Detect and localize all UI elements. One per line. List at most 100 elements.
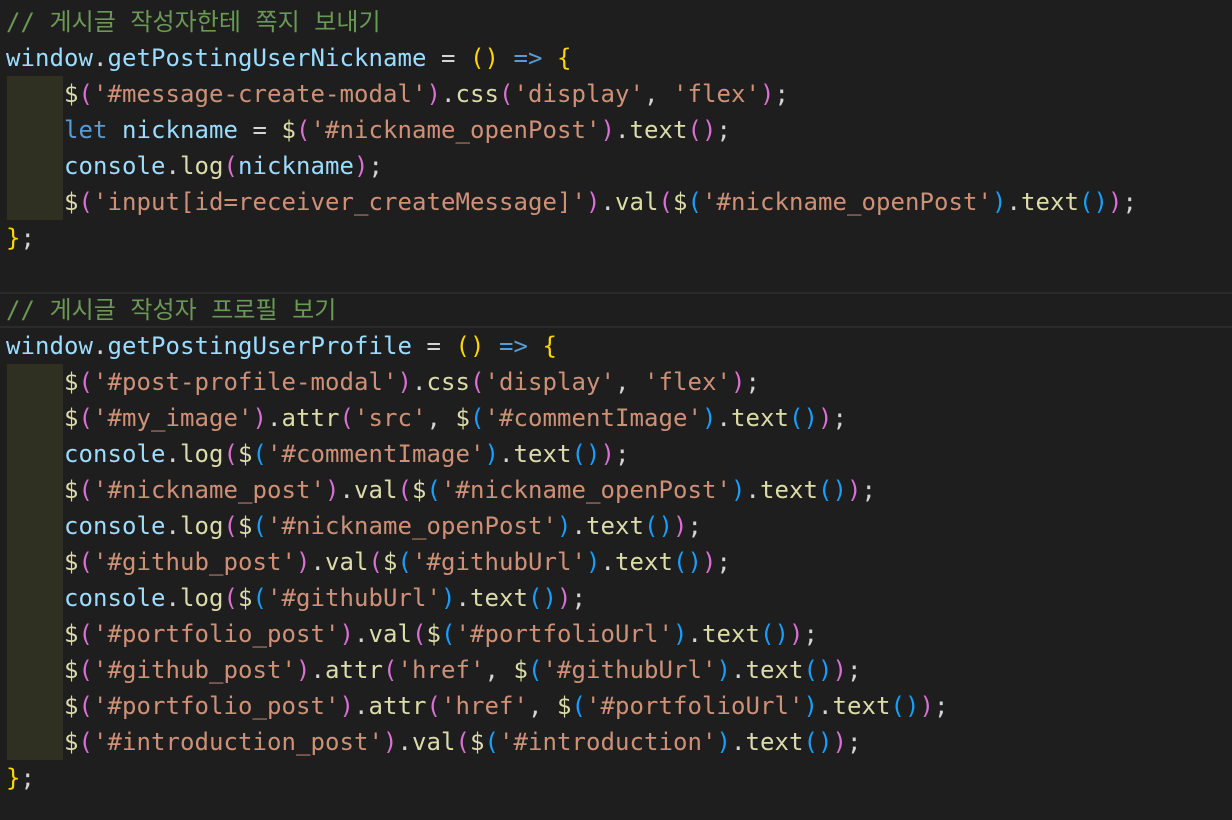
code-token: ;	[615, 440, 630, 468]
code-token: .	[165, 440, 180, 468]
code-token: (	[223, 152, 238, 180]
code-line[interactable]: };	[0, 220, 1232, 256]
code-token: $	[469, 728, 485, 756]
code-line[interactable]: $('#message-create-modal').css('display'…	[0, 76, 1232, 112]
code-token: )	[832, 656, 847, 684]
code-token: (	[469, 368, 485, 396]
code-line[interactable]: console.log($('#githubUrl').text());	[0, 580, 1232, 616]
code-token: console	[64, 512, 166, 540]
code-line[interactable]: console.log($('#nickname_openPost').text…	[0, 508, 1232, 544]
code-token: '#nickname_post'	[93, 476, 325, 504]
code-token: .	[731, 656, 746, 684]
code-token: (	[78, 80, 93, 108]
code-token: .	[267, 404, 282, 432]
code-token: (	[412, 620, 427, 648]
code-token: .	[93, 44, 108, 72]
code-token: .	[165, 512, 180, 540]
code-line[interactable]: $('#portfolio_post').attr('href', $('#po…	[0, 688, 1232, 724]
code-line[interactable]	[0, 256, 1232, 292]
code-token: 'display'	[484, 368, 615, 396]
code-line[interactable]: let nickname = $('#nickname_openPost').t…	[0, 112, 1232, 148]
code-token: )	[919, 692, 934, 720]
code-token: )	[382, 728, 398, 756]
code-line[interactable]: window.getPostingUserProfile = () => {	[0, 328, 1232, 364]
code-line[interactable]: };	[0, 760, 1232, 796]
code-line[interactable]: $('#github_post').val($('#githubUrl').te…	[0, 544, 1232, 580]
code-token: (	[78, 548, 93, 576]
code-line[interactable]: console.log($('#commentImage').text());	[0, 436, 1232, 472]
code-token: '#githubUrl'	[412, 548, 586, 576]
code-token: .	[614, 116, 630, 144]
code-token: '#commentImage'	[267, 440, 485, 468]
code-line[interactable]: $('#introduction_post').val($('#introduc…	[0, 724, 1232, 760]
code-line[interactable]: $('#my_image').attr('src', $('#commentIm…	[0, 400, 1232, 436]
code-token: // 게시글 작성자한테 쪽지 보내기	[6, 8, 381, 36]
code-token: .	[310, 656, 325, 684]
code-token: '#my_image'	[93, 404, 253, 432]
code-token: ,	[426, 404, 456, 432]
code-token: getPostingUserNickname	[107, 44, 427, 72]
code-token: )	[759, 80, 775, 108]
code-line[interactable]: $('#nickname_post').val($('#nickname_ope…	[0, 472, 1232, 508]
code-token: val	[614, 188, 659, 216]
code-token: ()	[455, 332, 485, 360]
code-token: '#introduction'	[498, 728, 717, 756]
code-line[interactable]: // 게시글 작성자 프로필 보기	[0, 292, 1232, 328]
code-token: text	[470, 584, 528, 612]
code-token: ()	[643, 512, 673, 540]
code-line[interactable]: $('#github_post').attr('href', $('#githu…	[0, 652, 1232, 688]
code-token: )	[354, 152, 369, 180]
code-line[interactable]: $('#portfolio_post').val($('#portfolioUr…	[0, 616, 1232, 652]
code-token: text	[1020, 188, 1079, 216]
code-token: attr	[325, 656, 383, 684]
code-token: ()	[687, 116, 717, 144]
code-token: )	[441, 584, 456, 612]
code-token: val	[354, 476, 398, 504]
code-token: ()	[803, 656, 833, 684]
code-token: (	[339, 404, 354, 432]
code-token: .	[571, 512, 586, 540]
code-token: )	[832, 728, 847, 756]
code-token: )	[673, 620, 688, 648]
code-token: (	[426, 476, 441, 504]
code-token: (	[252, 512, 267, 540]
code-line[interactable]: $('input[id=receiver_createMessage]').va…	[0, 184, 1232, 220]
code-token: )	[702, 404, 717, 432]
code-token: ;	[832, 404, 847, 432]
code-token: .	[354, 692, 369, 720]
code-token: $	[64, 188, 79, 216]
code-token: '#post-profile-modal'	[93, 368, 398, 396]
code-token: (	[498, 80, 514, 108]
code-token: )	[672, 512, 688, 540]
code-token: '#portfolio_post'	[93, 620, 340, 648]
code-token: // 게시글 작성자 프로필 보기	[6, 296, 337, 324]
code-token: log	[180, 440, 224, 468]
code-token: '#introduction_post'	[93, 728, 383, 756]
code-token: (	[571, 692, 586, 720]
code-token: $	[383, 548, 398, 576]
code-token: =>	[484, 332, 543, 360]
code-token: (	[78, 728, 93, 756]
code-line[interactable]: window.getPostingUserNickname = () => {	[0, 40, 1232, 76]
code-token: .	[730, 728, 746, 756]
code-token: )	[600, 440, 615, 468]
code-token: )	[339, 620, 354, 648]
code-token: ()	[673, 548, 702, 576]
code-token: ()	[469, 44, 499, 72]
code-token: ;	[803, 620, 818, 648]
code-line[interactable]: console.log(nickname);	[0, 148, 1232, 184]
code-token: log	[180, 152, 224, 180]
code-line[interactable]: $('#post-profile-modal').css('display', …	[0, 364, 1232, 400]
code-token: $	[64, 476, 79, 504]
code-token: .	[455, 584, 470, 612]
code-editor[interactable]: // 게시글 작성자한테 쪽지 보내기 window.getPostingUser…	[0, 0, 1232, 820]
code-token: (	[383, 656, 398, 684]
code-token: .	[745, 476, 760, 504]
code-token: =	[238, 116, 282, 144]
code-line[interactable]: // 게시글 작성자한테 쪽지 보내기	[0, 4, 1232, 40]
code-token: 'flex'	[643, 368, 731, 396]
code-token: text	[513, 440, 572, 468]
code-token: (	[658, 188, 673, 216]
code-token: =>	[498, 44, 557, 72]
code-token: (	[78, 188, 93, 216]
